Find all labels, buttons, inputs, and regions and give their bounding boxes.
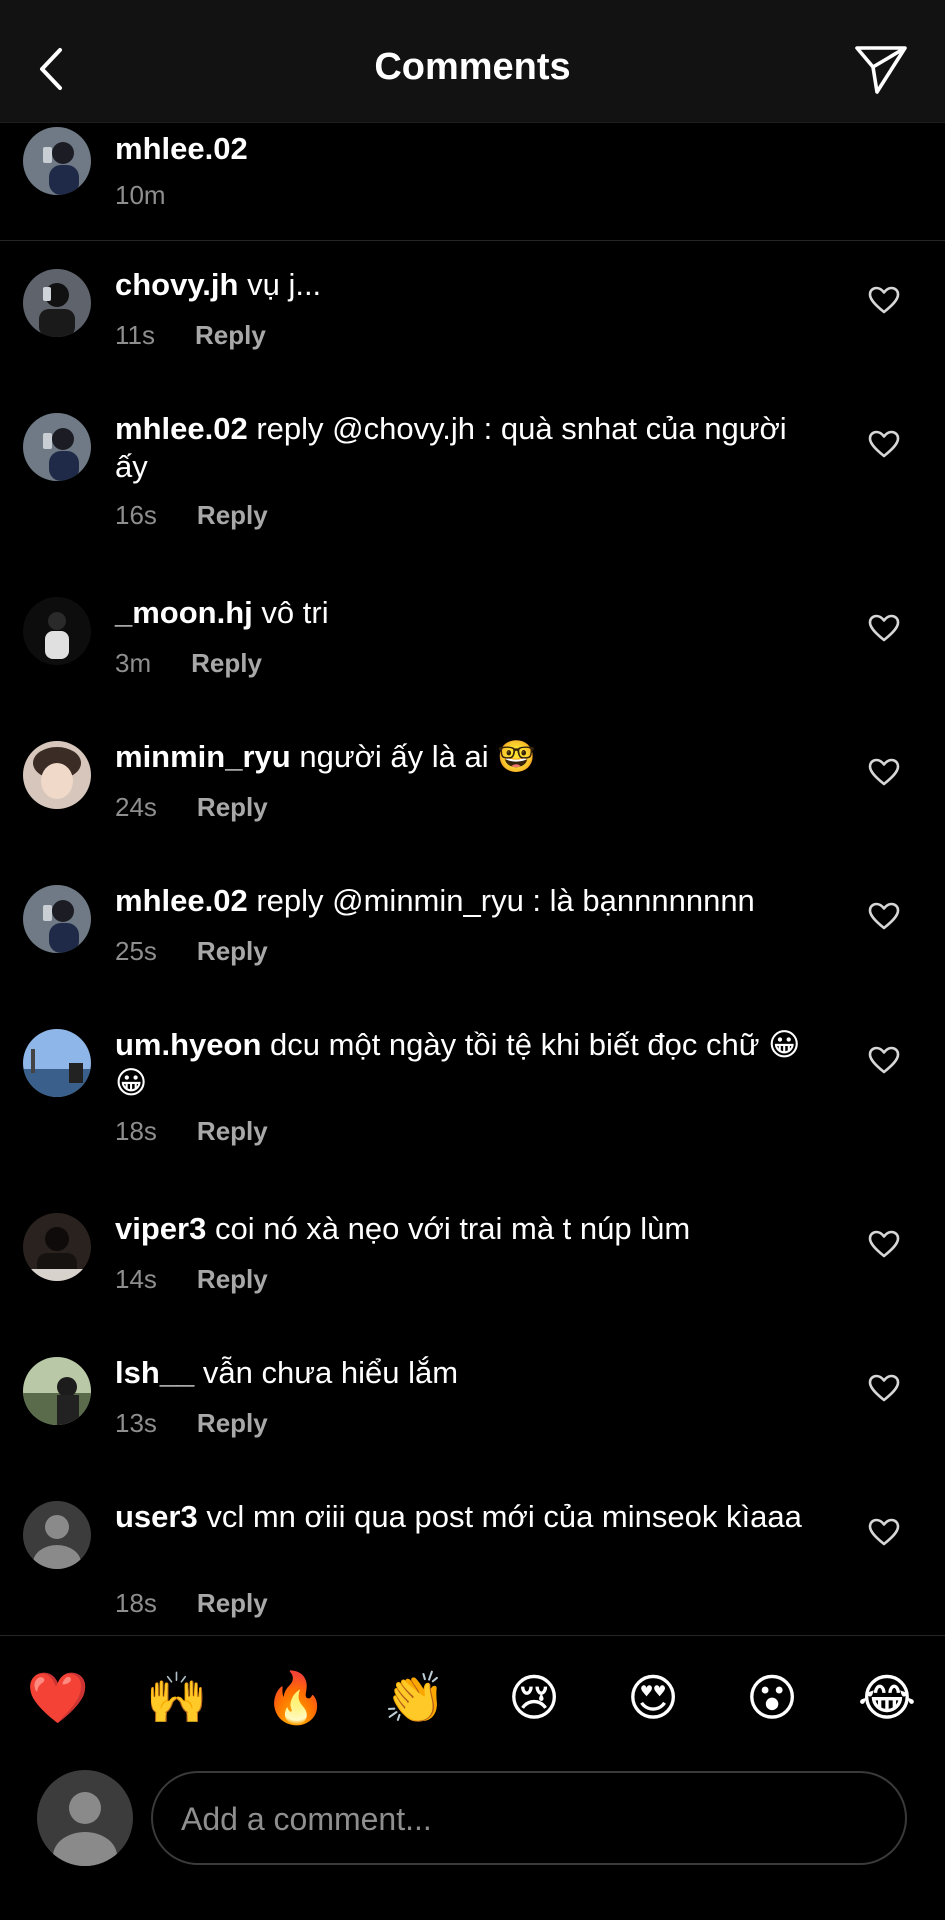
comment-meta: 18s Reply	[115, 1588, 268, 1619]
comment-time: 18s	[115, 1588, 157, 1618]
heart-icon[interactable]	[868, 286, 900, 314]
avatar[interactable]	[23, 1213, 91, 1281]
caption-username[interactable]: mhlee.02	[115, 130, 815, 168]
heart-icon[interactable]	[868, 1374, 900, 1402]
emoji-surprised-button[interactable]: 😮	[737, 1666, 807, 1730]
avatar[interactable]	[23, 597, 91, 665]
comment-body: vẫn chưa hiểu lắm	[202, 1355, 459, 1390]
avatar[interactable]	[23, 1357, 91, 1425]
comment-username[interactable]: mhlee.02	[115, 411, 248, 446]
comment-meta: 24s Reply	[115, 792, 268, 823]
comment-body: reply @minmin_ryu : là bạnnnnnnnn	[256, 883, 755, 918]
avatar[interactable]	[23, 127, 91, 195]
header-bar: Comments	[0, 0, 945, 123]
comment-username[interactable]: user3	[115, 1499, 198, 1534]
comment-username[interactable]: viper3	[115, 1211, 206, 1246]
comment-time: 14s	[115, 1264, 157, 1294]
comment-meta: 14s Reply	[115, 1264, 268, 1295]
avatar[interactable]	[23, 1501, 91, 1569]
divider	[0, 1635, 945, 1636]
emoji-clap-button[interactable]: 👏	[380, 1666, 450, 1730]
heart-icon[interactable]	[868, 1046, 900, 1074]
heart-icon[interactable]	[868, 430, 900, 458]
comment-meta: 13s Reply	[115, 1408, 268, 1439]
reply-button[interactable]: Reply	[197, 1264, 268, 1294]
reply-button[interactable]: Reply	[197, 792, 268, 822]
comment-text: mhlee.02 reply @chovy.jh : quà snhat của…	[115, 410, 815, 486]
heart-icon[interactable]	[868, 1230, 900, 1258]
page-title: Comments	[374, 46, 571, 88]
avatar[interactable]	[23, 413, 91, 481]
comment-username[interactable]: chovy.jh	[115, 267, 238, 302]
comment-text: chovy.jh vụ j...	[115, 266, 815, 304]
comment-meta: 16s Reply	[115, 500, 268, 531]
avatar[interactable]	[23, 1029, 91, 1097]
avatar[interactable]	[23, 741, 91, 809]
reply-button[interactable]: Reply	[191, 648, 262, 678]
reply-button[interactable]: Reply	[197, 1116, 268, 1146]
comment-time: 3m	[115, 648, 152, 678]
comment-time: 18s	[115, 1116, 157, 1146]
comment-username[interactable]: minmin_ryu	[115, 739, 291, 774]
comment-time: 24s	[115, 792, 157, 822]
reply-button[interactable]: Reply	[197, 500, 268, 530]
avatar[interactable]	[23, 269, 91, 337]
comment-body: người ấy là ai 🤓	[299, 739, 536, 774]
reply-button[interactable]: Reply	[197, 1408, 268, 1438]
emoji-crying-button[interactable]: 😢	[499, 1666, 569, 1730]
comment-meta: 3m Reply	[115, 648, 262, 679]
emoji-fire-button[interactable]: 🔥	[261, 1666, 331, 1730]
comment-meta: 11s Reply	[115, 320, 266, 351]
comment-time: 16s	[115, 500, 157, 530]
emoji-laughing-button[interactable]: 😂	[852, 1666, 922, 1730]
comment-username[interactable]: _moon.hj	[115, 595, 253, 630]
paper-plane-icon[interactable]	[853, 40, 909, 96]
comment-text: lsh__ vẫn chưa hiểu lắm	[115, 1354, 815, 1392]
emoji-heart-button[interactable]: ❤️	[23, 1666, 93, 1730]
comment-username[interactable]: um.hyeon	[115, 1027, 261, 1062]
comment-username[interactable]: lsh__	[115, 1355, 194, 1390]
emoji-quick-bar: ❤️ 🙌 🔥 👏 😢 😍 😮 😂	[0, 1666, 945, 1736]
reply-button[interactable]: Reply	[197, 936, 268, 966]
heart-icon[interactable]	[868, 758, 900, 786]
comment-input[interactable]	[179, 1793, 863, 1845]
comment-body: coi nó xà nẹo với trai mà t núp lùm	[214, 1211, 691, 1246]
heart-icon[interactable]	[868, 614, 900, 642]
emoji-raised-hands-button[interactable]: 🙌	[142, 1666, 212, 1730]
comment-text: _moon.hj vô tri	[115, 594, 815, 632]
comment-body: vcl mn ơiii qua post mới của minseok kìa…	[206, 1499, 802, 1534]
comment-meta: 25s Reply	[115, 936, 268, 967]
comment-text: mhlee.02 reply @minmin_ryu : là bạnnnnnn…	[115, 882, 815, 920]
caption-time: 10m	[115, 180, 166, 210]
comment-text: minmin_ryu người ấy là ai 🤓	[115, 738, 815, 776]
avatar[interactable]	[23, 885, 91, 953]
comment-body: vô tri	[261, 595, 329, 630]
comment-text: user3 vcl mn ơiii qua post mới của minse…	[115, 1498, 815, 1536]
comment-time: 25s	[115, 936, 157, 966]
heart-icon[interactable]	[868, 902, 900, 930]
comment-username[interactable]: mhlee.02	[115, 883, 248, 918]
comment-body: vụ j...	[247, 267, 322, 302]
comment-meta: 18s Reply	[115, 1116, 268, 1147]
heart-icon[interactable]	[868, 1518, 900, 1546]
caption-row: mhlee.02 10m	[0, 122, 945, 241]
comment-composer	[151, 1771, 907, 1865]
emoji-heart-eyes-button[interactable]: 😍	[618, 1666, 688, 1730]
comment-text: viper3 coi nó xà nẹo với trai mà t núp l…	[115, 1210, 815, 1248]
reply-button[interactable]: Reply	[195, 320, 266, 350]
comment-time: 13s	[115, 1408, 157, 1438]
reply-button[interactable]: Reply	[197, 1588, 268, 1618]
comment-time: 11s	[115, 320, 155, 350]
avatar	[37, 1770, 133, 1866]
comment-text: um.hyeon dcu một ngày tồi tệ khi biết đọ…	[115, 1026, 815, 1102]
